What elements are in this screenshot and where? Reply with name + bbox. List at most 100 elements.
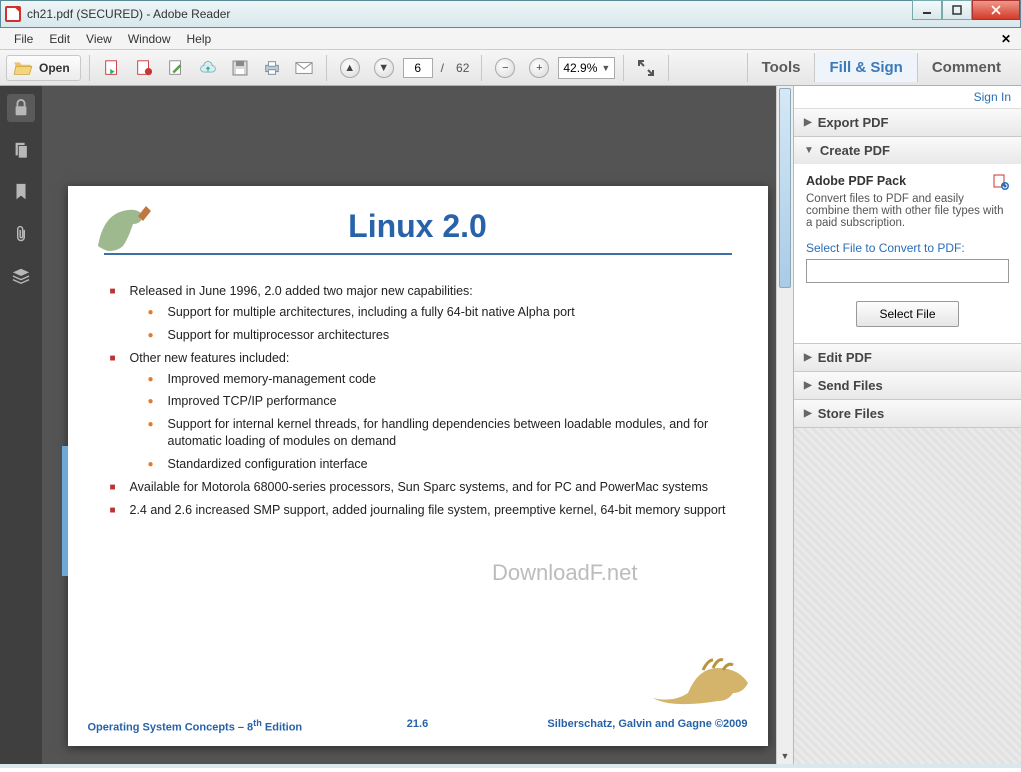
- sign-in-link[interactable]: Sign In: [974, 90, 1011, 104]
- comment-tab[interactable]: Comment: [917, 53, 1015, 82]
- convert-icon: [993, 174, 1009, 190]
- chevron-down-icon: ▼: [601, 63, 610, 73]
- expand-icon: [637, 59, 655, 77]
- window-title: ch21.pdf (SECURED) - Adobe Reader: [27, 7, 230, 21]
- export-pdf-section: ▶Export PDF: [794, 109, 1021, 137]
- triangle-right-icon: ▶: [804, 380, 812, 391]
- window-titlebar: ch21.pdf (SECURED) - Adobe Reader: [0, 0, 1021, 28]
- read-mode-button[interactable]: [632, 55, 660, 81]
- send-files-label: Send Files: [818, 378, 883, 393]
- select-file-button[interactable]: Select File: [856, 301, 958, 327]
- edit-pdf-label: Edit PDF: [818, 350, 872, 365]
- menu-edit[interactable]: Edit: [41, 30, 78, 48]
- send-files-header[interactable]: ▶ Send Files: [794, 372, 1021, 399]
- toolbar-separator: [326, 55, 327, 81]
- document-close-icon[interactable]: ✕: [997, 32, 1015, 46]
- create-pdf-from-acrobat-button[interactable]: [98, 55, 126, 81]
- cloud-button[interactable]: [194, 55, 222, 81]
- page-down-button[interactable]: ▼: [369, 55, 399, 81]
- sub-bullet-item: Support for multiprocessor architectures: [148, 327, 742, 344]
- menu-window[interactable]: Window: [120, 30, 179, 48]
- bookmarks-pane-button[interactable]: [7, 178, 35, 206]
- security-pane-button[interactable]: [7, 94, 35, 122]
- edit-pdf-section: ▶ Edit PDF: [794, 344, 1021, 372]
- lock-icon: [12, 99, 30, 117]
- pdf-page: Linux 2.0 Released in June 1996, 2.0 add…: [68, 186, 768, 746]
- tools-tab[interactable]: Tools: [747, 53, 815, 82]
- minimize-button[interactable]: [912, 0, 942, 20]
- scroll-down-icon[interactable]: ▼: [777, 747, 793, 764]
- footer-left: Operating System Concepts – 8th Edition: [88, 718, 303, 734]
- bullet-item: Released in June 1996, 2.0 added two maj…: [110, 283, 742, 344]
- save-button[interactable]: [226, 55, 254, 81]
- toolbar-right-tabs: Tools Fill & Sign Comment: [747, 53, 1015, 82]
- printer-icon: [263, 59, 281, 77]
- window-controls: [912, 0, 1020, 20]
- bullet-item: 2.4 and 2.6 increased SMP support, added…: [110, 502, 742, 519]
- edit-pdf-button[interactable]: [162, 55, 190, 81]
- zoom-in-button[interactable]: +: [524, 55, 554, 81]
- page-number-input[interactable]: [403, 58, 433, 78]
- file-path-input[interactable]: [806, 259, 1009, 283]
- arrow-down-icon: ▼: [374, 58, 394, 78]
- pencil-icon: [167, 59, 185, 77]
- pdf-pack-title: Adobe PDF Pack: [806, 174, 906, 188]
- sub-bullet-item: Support for multiple architectures, incl…: [148, 304, 742, 321]
- vertical-scrollbar[interactable]: ▲ ▼: [776, 86, 793, 764]
- adobe-reader-icon: [5, 6, 21, 22]
- open-button[interactable]: Open: [6, 55, 81, 81]
- menu-bar: File Edit View Window Help ✕: [0, 28, 1021, 50]
- page-up-button[interactable]: ▲: [335, 55, 365, 81]
- menu-help[interactable]: Help: [179, 30, 220, 48]
- sub-bullet-item: Improved memory-management code: [148, 371, 742, 388]
- close-button[interactable]: [972, 0, 1020, 20]
- send-files-section: ▶ Send Files: [794, 372, 1021, 400]
- footer-right: Silberschatz, Galvin and Gagne ©2009: [547, 718, 747, 734]
- toolbar-separator: [89, 55, 90, 81]
- panel-filler: [794, 428, 1021, 764]
- paperclip-icon: [12, 225, 30, 243]
- zoom-out-button[interactable]: −: [490, 55, 520, 81]
- pdf-pack-description: Convert files to PDF and easily combine …: [806, 193, 1009, 229]
- title-divider: [104, 253, 732, 255]
- dinosaur-graphic-top: [88, 196, 168, 256]
- store-files-section: ▶Store Files: [794, 400, 1021, 428]
- thumbnails-pane-button[interactable]: [7, 136, 35, 164]
- document-viewport[interactable]: Linux 2.0 Released in June 1996, 2.0 add…: [42, 86, 793, 764]
- open-label: Open: [39, 61, 70, 75]
- toolbar: Open ▲ ▼ / 62 − + 42.9% ▼ Tools Fill & S…: [0, 50, 1021, 86]
- convert-to-pdf-button[interactable]: [130, 55, 158, 81]
- fill-sign-tab[interactable]: Fill & Sign: [814, 53, 916, 82]
- attachments-pane-button[interactable]: [7, 220, 35, 248]
- navigation-rail: [0, 86, 42, 764]
- create-pdf-body: Adobe PDF Pack Convert files to PDF and …: [794, 164, 1021, 343]
- slide-bullet-list: Released in June 1996, 2.0 added two maj…: [94, 283, 742, 519]
- layers-icon: [12, 267, 30, 285]
- dinosaur-graphic-bottom: [648, 648, 758, 708]
- create-pdf-header[interactable]: ▼Create PDF: [794, 137, 1021, 164]
- arrow-up-icon: ▲: [340, 58, 360, 78]
- toolbar-separator: [623, 55, 624, 81]
- email-button[interactable]: [290, 55, 318, 81]
- store-files-header[interactable]: ▶Store Files: [794, 400, 1021, 427]
- triangle-right-icon: ▶: [804, 352, 812, 363]
- triangle-right-icon: ▶: [804, 117, 812, 128]
- plus-icon: +: [529, 58, 549, 78]
- footer-center: 21.6: [407, 718, 428, 730]
- menu-file[interactable]: File: [6, 30, 41, 48]
- zoom-select[interactable]: 42.9% ▼: [558, 57, 615, 79]
- print-button[interactable]: [258, 55, 286, 81]
- sub-bullet-item: Support for internal kernel threads, for…: [148, 416, 742, 450]
- maximize-button[interactable]: [942, 0, 972, 20]
- page-total: 62: [452, 61, 473, 75]
- scrollbar-thumb[interactable]: [779, 88, 791, 288]
- create-pdf-section: ▼Create PDF Adobe PDF Pack Convert files…: [794, 137, 1021, 344]
- select-file-label: Select File to Convert to PDF:: [806, 241, 1009, 255]
- edit-pdf-header[interactable]: ▶ Edit PDF: [794, 344, 1021, 371]
- page-handle: [62, 446, 68, 576]
- menu-view[interactable]: View: [78, 30, 120, 48]
- export-pdf-header[interactable]: ▶Export PDF: [794, 109, 1021, 136]
- layers-pane-button[interactable]: [7, 262, 35, 290]
- slide-footer: Operating System Concepts – 8th Edition …: [88, 718, 748, 734]
- watermark-text: DownloadF.net: [492, 560, 638, 586]
